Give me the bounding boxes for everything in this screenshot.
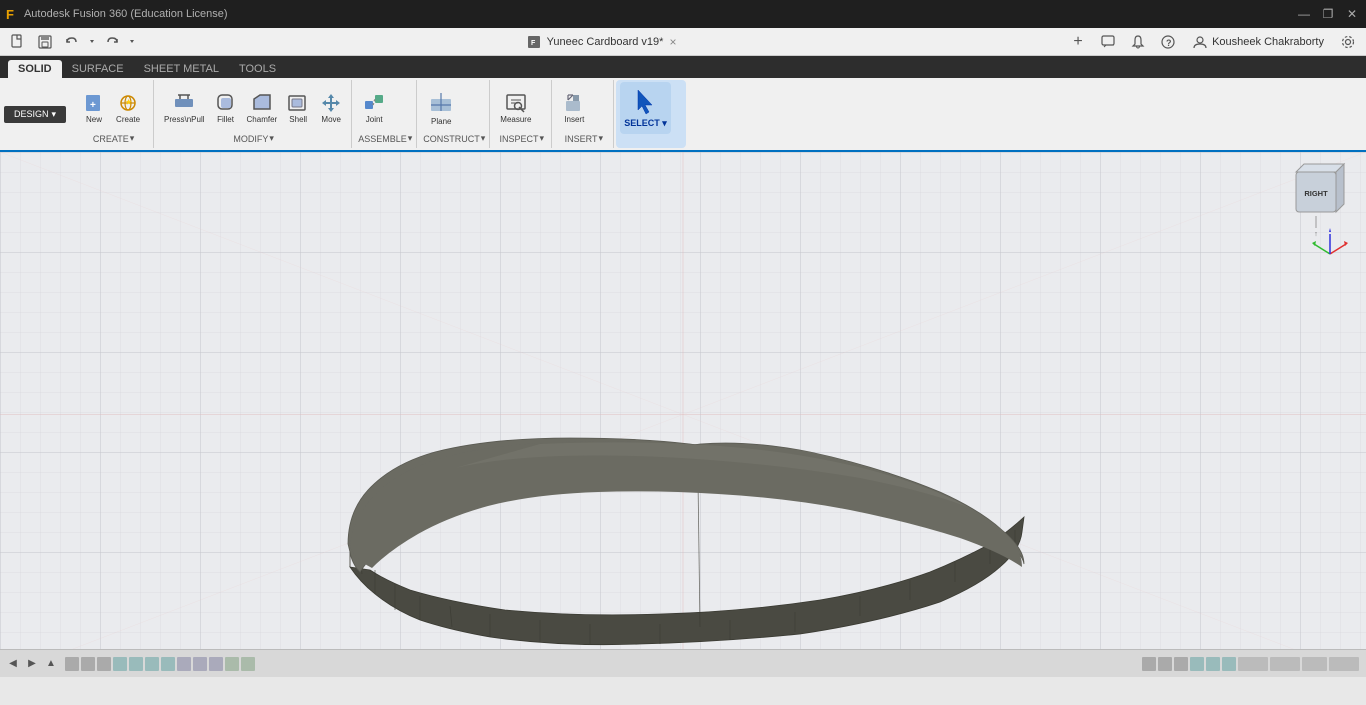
title-bar: F Autodesk Fusion 360 (Education License…: [0, 0, 1366, 28]
fillet-button[interactable]: Fillet: [210, 84, 242, 132]
construct-group: Plane CONSTRUCT▾: [419, 80, 490, 148]
redo-button[interactable]: [100, 30, 124, 54]
secondary-header: F Yuneec Cardboard v19* × + ? Kousheek C…: [0, 28, 1366, 56]
file-close-icon[interactable]: ×: [669, 35, 676, 49]
construct-group-label[interactable]: CONSTRUCT▾: [423, 133, 485, 146]
ribbon-tabs: SOLID SURFACE SHEET METAL TOOLS: [0, 56, 1366, 78]
bottom-toolbar: ◀ ▶ ▲: [0, 649, 1366, 677]
tab-tools[interactable]: TOOLS: [229, 60, 286, 78]
notifications-button[interactable]: [1126, 30, 1150, 54]
app-title: Autodesk Fusion 360 (Education License): [24, 8, 228, 20]
undo-button[interactable]: [60, 30, 84, 54]
bottom-right-icons: [1142, 655, 1362, 673]
assemble-button[interactable]: Joint: [358, 84, 390, 132]
user-profile-button[interactable]: Kousheek Chakraborty: [1186, 32, 1330, 52]
bottom-icons: [65, 655, 265, 673]
tab-surface[interactable]: SURFACE: [62, 60, 134, 78]
settings-button[interactable]: [1336, 30, 1360, 54]
user-name: Kousheek Chakraborty: [1212, 36, 1324, 48]
select-group: SELECT ▾ SELECT: [616, 80, 686, 148]
modify-group: Press\nPull Fillet Chamfer Shell Move MO…: [156, 80, 352, 148]
minimize-button[interactable]: —: [1296, 7, 1312, 21]
nav-up-button[interactable]: ▲: [42, 655, 60, 673]
insert-group-label[interactable]: INSERT▾: [558, 133, 609, 146]
design-label: DESIGN: [14, 109, 49, 119]
assemble-group-label[interactable]: ASSEMBLE▾: [358, 133, 412, 146]
inspect-group: Measure INSPECT▾: [492, 80, 552, 148]
svg-text:+: +: [90, 100, 96, 111]
svg-text:F: F: [531, 40, 536, 47]
comment-button[interactable]: [1096, 30, 1120, 54]
canvas-area: RIGHT ↑ ◀ ▶ ▲: [0, 152, 1366, 677]
undo-arrow[interactable]: [87, 30, 97, 54]
assemble-group: Joint ASSEMBLE▾: [354, 80, 417, 148]
add-tab-button[interactable]: +: [1066, 30, 1090, 54]
insert-button[interactable]: Insert: [558, 84, 590, 132]
ribbon-bar: DESIGN ▾ + New Create CREATE▾ Press\nPul…: [0, 78, 1366, 152]
construct-button[interactable]: Plane: [423, 84, 459, 132]
restore-button[interactable]: ❐: [1320, 7, 1336, 21]
svg-text:?: ?: [1166, 38, 1172, 48]
press-pull-button[interactable]: Press\nPull: [160, 84, 208, 132]
modify-group-label[interactable]: MODIFY▾: [160, 133, 347, 146]
create-group-label[interactable]: CREATE▾: [78, 133, 149, 146]
inspect-group-label[interactable]: INSPECT▾: [496, 133, 547, 146]
close-button[interactable]: ✕: [1344, 7, 1360, 21]
save-button[interactable]: [33, 30, 57, 54]
chamfer-button[interactable]: Chamfer: [243, 84, 282, 132]
3d-model: [240, 252, 1050, 677]
nav-forward-button[interactable]: ▶: [23, 655, 41, 673]
svg-text:RIGHT: RIGHT: [1304, 189, 1328, 198]
tab-sheet-metal[interactable]: SHEET METAL: [134, 60, 229, 78]
help-link-button[interactable]: ?: [1156, 30, 1180, 54]
insert-group: Insert INSERT▾: [554, 80, 614, 148]
nav-back-button[interactable]: ◀: [4, 655, 22, 673]
inspect-button[interactable]: Measure: [496, 84, 535, 132]
file-button[interactable]: [6, 30, 30, 54]
design-dropdown[interactable]: DESIGN ▾: [4, 106, 66, 123]
file-tab-title: Yuneec Cardboard v19*: [547, 36, 664, 48]
file-icon: F: [527, 35, 541, 49]
redo-arrow[interactable]: [127, 30, 137, 54]
shell-button[interactable]: Shell: [282, 84, 314, 132]
design-dropdown-arrow: ▾: [52, 109, 57, 120]
create-group: + New Create CREATE▾: [74, 80, 154, 148]
new-body-button[interactable]: + New: [78, 84, 110, 132]
create-form-button[interactable]: Create: [112, 84, 144, 132]
move-button[interactable]: Move: [315, 84, 347, 132]
axis-indicator: [1310, 224, 1350, 264]
tab-solid[interactable]: SOLID: [8, 60, 62, 78]
select-button[interactable]: SELECT ▾: [620, 82, 671, 134]
app-logo: F: [6, 7, 14, 22]
